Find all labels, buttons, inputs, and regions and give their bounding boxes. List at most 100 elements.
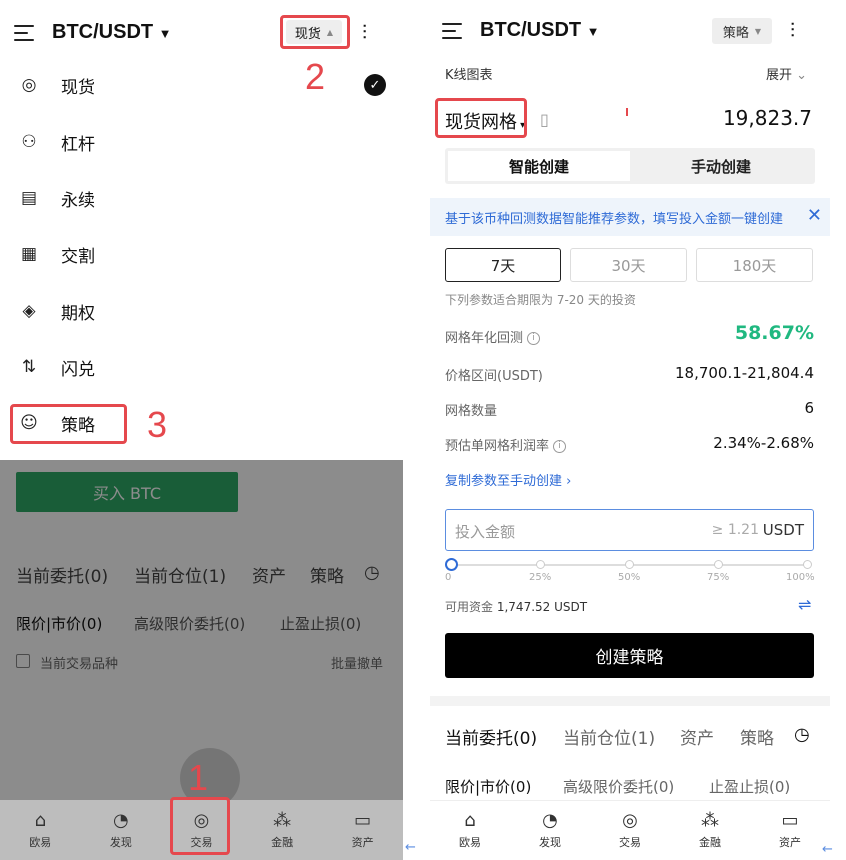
margin-icon: ⚇ [21,132,37,152]
caret-down-icon: ▼ [586,24,600,39]
nav-trade[interactable]: ◎ 交易 [590,801,670,860]
amount-slider-handle[interactable] [445,558,458,571]
nav-home[interactable]: ⌂ 欧易 [0,800,81,860]
price-range-value: 18,700.1-21,804.4 [674,364,814,382]
discover-icon: ◔ [113,809,129,831]
book-icon[interactable]: ▯ [540,110,549,129]
annualized-value: 58.67% [734,322,814,344]
grid-profit-value: 2.34%-2.68% [713,434,814,452]
slider-label-25: 25% [529,572,552,583]
convert-icon: ⇅ [21,357,37,377]
info-icon[interactable]: i [527,332,541,345]
annotation-2: 2 [305,56,326,97]
tab-positions[interactable]: 当前仓位(1) [563,724,655,749]
finance-icon: ⁂ [273,809,292,831]
slider-label-0: 0 [445,572,452,583]
section-divider [430,696,830,706]
annotation-1: 1 [188,757,209,798]
info-banner-text: 基于该币种回测数据智能推荐参数，填写投入金额一键创建 [445,212,784,227]
menu-item-options[interactable]: ◈ 期权 [0,283,403,339]
right-screen: BTC/USDT ▼ 策略 ▼ ⫶ K线图表 展开 ⌄ 现货网格 ▾ ▯ 19,8… [430,0,833,860]
subtab-tp-sl[interactable]: 止盈止损(0) [709,776,790,797]
amount-placeholder: 投入金额 [455,523,516,541]
period-7d[interactable]: 7天 [445,248,561,282]
check-icon: ✓ [364,74,386,96]
trade-type-dropdown: BTC/USDT ▼ 现货 ▲ ⫶ ◎ 现货 ✓ ⚇ 杠杆 ▤ 永续 ▦ 交割 ◈… [0,0,403,460]
grid-profit-label: 预估单网格利润率 i [445,435,567,454]
chevron-down-icon: ⌄ [796,68,808,83]
slider-label-50: 50% [618,572,641,583]
tab-manual-create[interactable]: 手动创建 [630,151,812,181]
pair-selector[interactable]: BTC/USDT ▼ [52,21,172,44]
period-30d[interactable]: 30天 [570,248,687,282]
delivery-icon: ▦ [20,244,38,264]
menu-item-spot[interactable]: ◎ 现货 ✓ [0,57,403,113]
info-icon[interactable]: i [553,440,567,453]
slider-dot-75[interactable] [714,560,723,569]
history-icon[interactable]: ◷ [794,724,810,745]
copy-params-link[interactable]: 复制参数至手动创建 › [445,470,571,489]
slider-dot-50[interactable] [625,560,634,569]
annualized-label: 网格年化回测 i [445,327,541,346]
tab-open-orders[interactable]: 当前委托(0) [445,724,537,749]
slider-label-75: 75% [707,572,730,583]
amount-minimum: ≥ 1.21 [711,522,759,538]
kline-chart-label: K线图表 [445,68,493,83]
tab-assets[interactable]: 资产 [680,724,714,749]
caret-down-icon: ▼ [754,26,762,36]
nav-home[interactable]: ⌂ 欧易 [430,801,510,860]
nav-discover[interactable]: ◔ 发现 [510,801,590,860]
menu-item-margin[interactable]: ⚇ 杠杆 [0,114,403,170]
menu-item-perpetual[interactable]: ▤ 永续 [0,170,403,226]
tab-strategy[interactable]: 策略 [740,724,774,749]
period-note: 下列参数适合期限为 7-20 天的投资 [445,293,636,307]
back-arrow-icon[interactable]: ← [822,842,833,857]
wallet-icon: ▭ [781,810,799,831]
left-screen: 买入 BTC 当前委托(0) 当前仓位(1) 资产 策略 ◷ 限价|市价(0) … [0,0,403,860]
nav-finance[interactable]: ⁂ 金融 [242,800,323,860]
nav-assets[interactable]: ▭ 资产 [322,800,403,860]
menu-icon[interactable] [14,25,34,41]
nav-discover[interactable]: ◔ 发现 [81,800,162,860]
annotation-box-2 [280,15,350,49]
subtab-advanced-limit[interactable]: 高级限价委托(0) [563,776,674,797]
finance-icon: ⁂ [701,810,719,831]
nav-assets[interactable]: ▭ 资产 [750,801,830,860]
back-arrow-icon[interactable]: ← [405,840,416,855]
available-funds: 可用资金 1,747.52 USDT [445,600,588,614]
subtab-limit-market[interactable]: 限价|市价(0) [445,776,531,797]
period-180d[interactable]: 180天 [696,248,813,282]
grid-count-value: 6 [804,399,814,417]
menu-icon[interactable] [442,23,462,39]
slider-label-100: 100% [786,572,815,583]
modal-overlay[interactable] [0,460,403,800]
annotation-3: 3 [147,404,168,445]
grid-count-label: 网格数量 [445,404,498,419]
create-strategy-button[interactable]: 创建策略 [445,633,814,678]
slider-dot-100[interactable] [803,560,812,569]
close-icon[interactable]: ✕ [807,205,822,226]
perpetual-icon: ▤ [20,188,38,208]
amount-unit: USDT [762,521,804,539]
transfer-icon[interactable]: ⇌ [798,595,811,614]
create-mode-tabs: 智能创建 手动创建 [445,148,815,184]
home-icon: ⌂ [34,809,47,831]
expand-chart-button[interactable]: 展开 ⌄ [766,64,807,83]
amount-input[interactable]: 投入金额 ≥ 1.21 USDT [445,509,814,551]
info-banner: 基于该币种回测数据智能推荐参数，填写投入金额一键创建 ✕ [430,198,830,236]
discover-icon: ◔ [542,810,558,831]
tab-smart-create[interactable]: 智能创建 [448,151,630,181]
candlestick-icon[interactable]: ⫶ [790,18,795,42]
menu-item-convert[interactable]: ⇅ 闪兑 [0,339,403,395]
slider-dot-25[interactable] [536,560,545,569]
bottom-nav: ⌂ 欧易 ◔ 发现 ◎ 交易 ⁂ 金融 ▭ 资产 [430,800,830,860]
nav-finance[interactable]: ⁂ 金融 [670,801,750,860]
annotation-box-1 [170,797,230,855]
menu-item-delivery[interactable]: ▦ 交割 [0,226,403,282]
candlestick-icon[interactable]: ⫶ [362,20,367,44]
pair-selector[interactable]: BTC/USDT ▼ [480,19,600,42]
price-range-label: 价格区间(USDT) [445,369,543,384]
trade-icon: ◎ [622,810,638,831]
options-icon: ◈ [22,301,36,321]
strategy-mode-button[interactable]: 策略 ▼ [712,18,772,44]
